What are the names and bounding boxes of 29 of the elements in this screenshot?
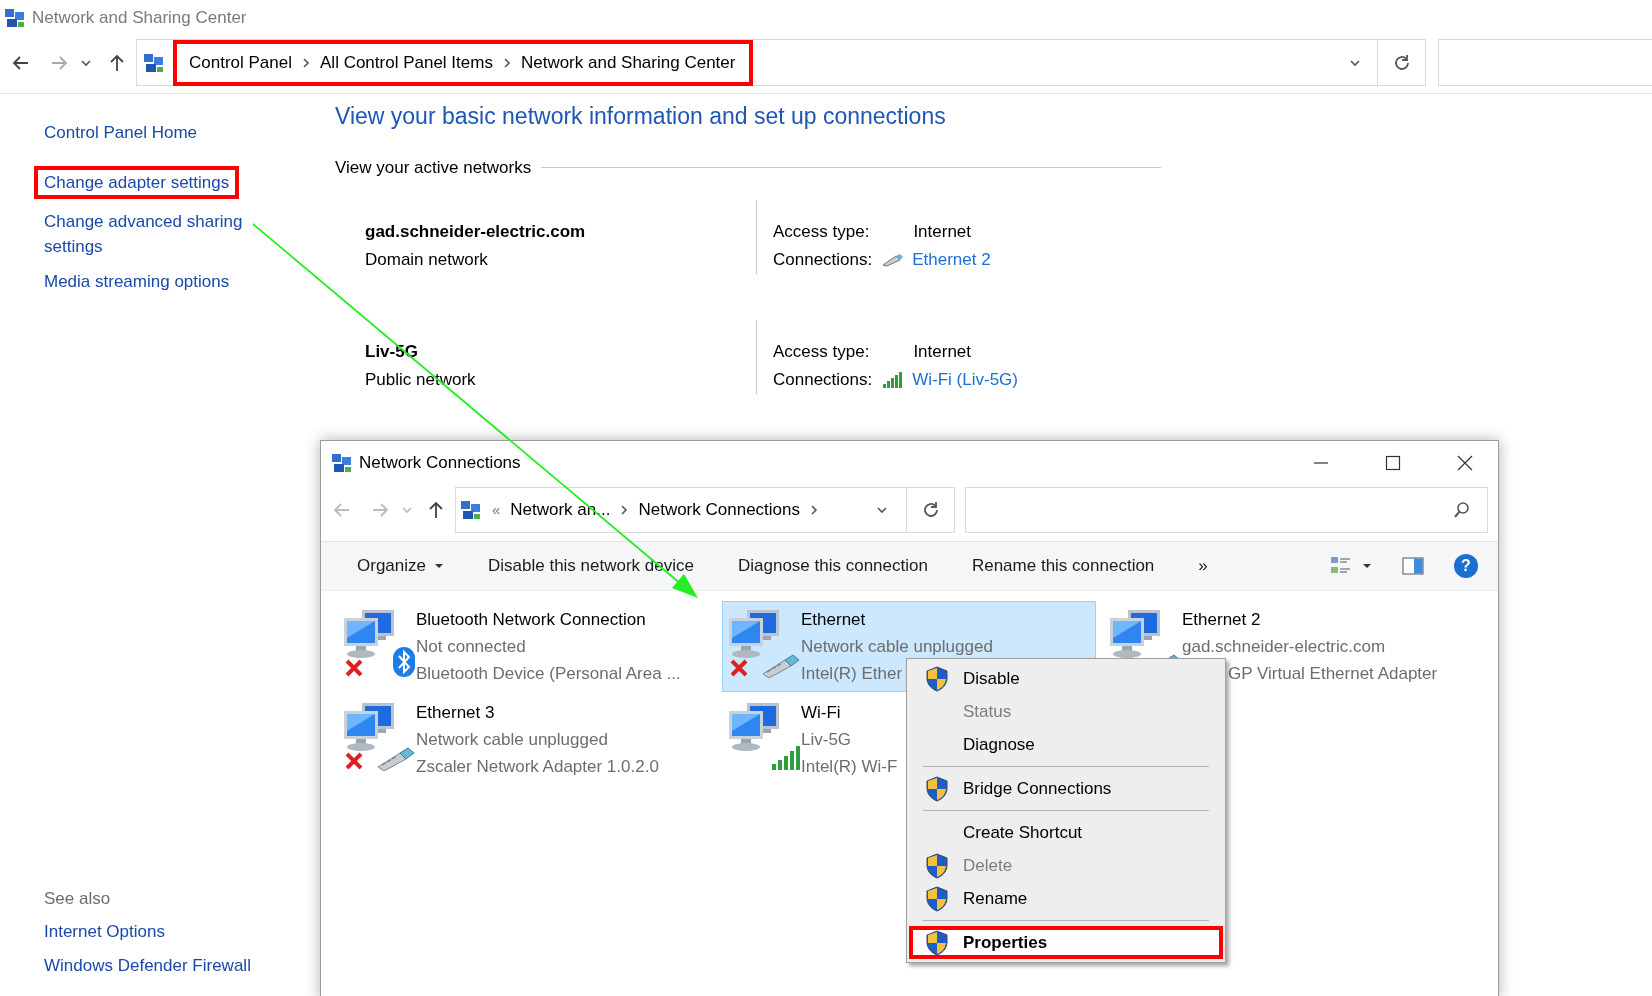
field-label: Connections: (773, 369, 873, 392)
adapter-status: Network cable unplugged (416, 729, 608, 751)
adapter-name: Ethernet 2 (1182, 609, 1261, 631)
field-label: Access type: (773, 341, 870, 364)
field-value: Internet (913, 221, 972, 244)
adapter-name: Ethernet (801, 609, 866, 631)
adapter-device: Zscaler Network Adapter 1.0.2.0 (416, 756, 659, 778)
window-title: Network and Sharing Center (32, 7, 247, 30)
adapter-status: gad.schneider-electric.com (1182, 636, 1386, 658)
adapter-device: Bluetooth Device (Personal Area ... (416, 663, 681, 685)
overflow-glyph: « (492, 500, 501, 520)
adapter-status: Not connected (416, 636, 526, 658)
adapter-status: Liv-5G (801, 729, 852, 751)
field-value: Internet (913, 341, 972, 364)
field-label: Access type: (773, 221, 870, 244)
section-label: View your active networks (335, 156, 532, 179)
adapter-device: Intel(R) Wi-F (801, 756, 898, 778)
network-type: Domain network (365, 249, 489, 272)
adapter-name: Bluetooth Network Connection (416, 609, 646, 631)
adapter-device: Intel(R) Ether (801, 663, 903, 685)
adapter-name: Wi-Fi (801, 702, 841, 724)
field-label: Connections: (773, 249, 873, 272)
page-heading: View your basic network information and set up connections (335, 103, 947, 131)
adapter-name: Ethernet 3 (416, 702, 495, 724)
network-name: gad.schneider-electric.com (365, 221, 587, 244)
window-title: Network Connections (359, 452, 522, 475)
adapter-device: GP Virtual Ethernet Adapter (1228, 663, 1438, 685)
see-also-heading: See also (44, 887, 112, 910)
adapter-status: Network cable unplugged (801, 636, 993, 658)
